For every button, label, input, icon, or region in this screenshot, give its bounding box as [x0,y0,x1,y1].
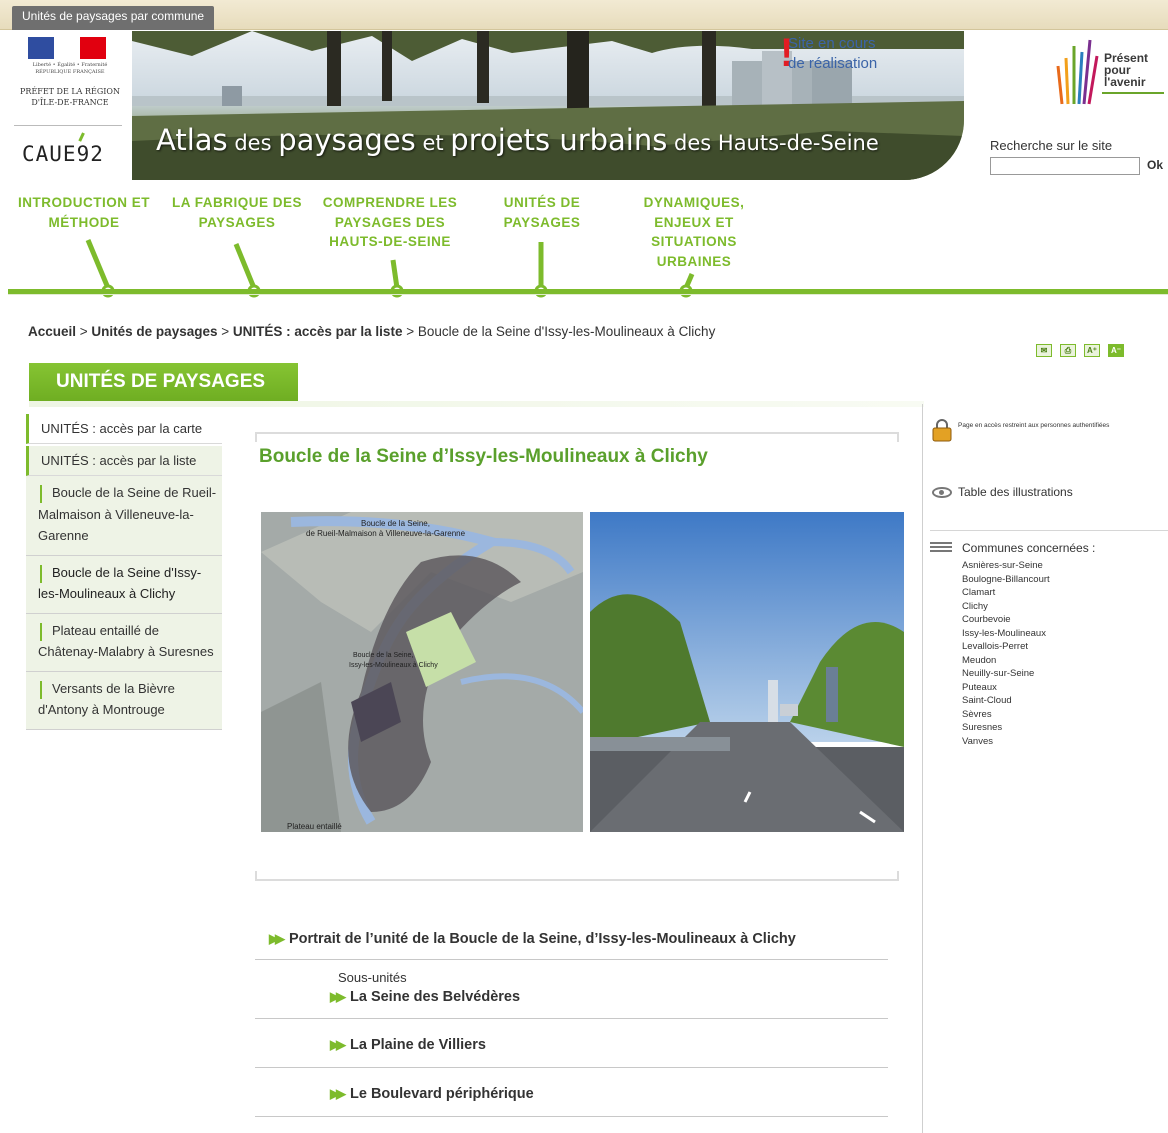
subunit-row-3: ▶▶ Le Boulevard périphérique [255,1068,888,1117]
subunit-link-boulevard-peripherique[interactable]: ▶▶ Le Boulevard périphérique [330,1086,888,1102]
content-frame-bottom [255,871,899,881]
right-separator [930,530,1168,531]
top-tab-unites-par-commune[interactable]: Unités de paysages par commune [12,6,215,30]
section-underline [29,401,924,407]
colored-bars-logo-icon [1056,39,1099,105]
lock-icon [932,419,952,442]
nav-introduction[interactable]: INTRODUCTION ET MÉTHODE [18,193,150,232]
nav-unites-paysages[interactable]: UNITÉS DE PAYSAGES [496,193,588,232]
double-arrow-icon: ▶▶ [330,1086,346,1101]
commune-item[interactable]: Issy-les-Moulineaux [962,627,1050,641]
sidebar-subitem-rueil[interactable]: Boucle de la Seine de Rueil-Malmaison à … [26,476,222,556]
commune-item[interactable]: Courbevoie [962,613,1050,627]
logo-divider [14,125,122,126]
breadcrumb-current: Boucle de la Seine d'Issy-les-Moulineaux… [417,324,716,339]
svg-text:de Rueil-Malmaison à Villeneuv: de Rueil-Malmaison à Villeneuve-la-Garen… [306,529,466,538]
sidebar-item-acces-carte[interactable]: UNITÉS : accès par la carte [26,414,222,444]
commune-item[interactable]: Neuilly-sur-Seine [962,667,1050,681]
search-label: Recherche sur le site [990,138,1113,153]
text-increase-icon[interactable]: A⁺ [1084,344,1100,357]
content-frame-top [255,432,899,442]
text-decrease-icon[interactable]: A⁻ [1108,344,1124,357]
double-arrow-icon: ▶▶ [330,1037,346,1052]
breadcrumb-unites-liste[interactable]: UNITÉS : accès par la liste [233,324,403,339]
commune-item[interactable]: Saint-Cloud [962,694,1050,708]
page-title: Boucle de la Seine d’Issy-les-Moulineaux… [259,446,708,467]
commune-item[interactable]: Boulogne-Billancourt [962,573,1050,587]
sidebar-subitem-bievre[interactable]: Versants de la Bièvre d'Antony à Montrou… [26,671,222,730]
section-title-tab: UNITÉS DE PAYSAGES [29,363,298,401]
svg-text:Issy-les-Moulineaux à Clichy: Issy-les-Moulineaux à Clichy [349,662,438,669]
restricted-access-note: Page en accès restreint aux personnes au… [958,422,1110,429]
breadcrumb-accueil[interactable]: Accueil [28,324,76,339]
caue92-logo[interactable]: CAUE92 [22,142,104,166]
sidebar-subitem-issy-active[interactable]: Boucle de la Seine d'Issy-les-Moulineaux… [26,555,222,614]
commune-item[interactable]: Asnières-sur-Seine [962,559,1050,573]
page: Unités de paysages par commune Liberté •… [0,0,1168,1133]
motto-text: Liberté • Égalité • Fraternité [32,62,108,68]
present-pour-avenir-logo[interactable]: Présent pour l'avenir [1052,36,1164,106]
commune-item[interactable]: Levallois-Perret [962,640,1050,654]
illustrations-link[interactable]: Table des illustrations [932,485,1073,499]
svg-text:Boucle de la Seine,: Boucle de la Seine, [353,652,413,659]
relief-map-image[interactable]: Boucle de la Seine, de Rueil-Malmaison à… [261,512,583,832]
site-in-progress-notice: Site en cours de réalisation [788,35,878,72]
subunit-row-2: ▶▶ La Plaine de Villiers [255,1019,888,1068]
svg-text:Boucle de la Seine,: Boucle de la Seine, [361,519,430,528]
breadcrumb-unites-paysages[interactable]: Unités de paysages [91,324,217,339]
portrait-row: ▶▶ Portrait de l’unité de la Boucle de la… [255,918,888,960]
list-icon [930,542,952,554]
search-input[interactable] [990,157,1140,175]
sous-unites-label: Sous-unités [338,970,407,985]
commune-item[interactable]: Clichy [962,600,1050,614]
subunit-row-1: Sous-unités ▶▶ La Seine des Belvédères [255,960,888,1019]
communes-list: Asnières-sur-Seine Boulogne-Billancourt … [962,559,1050,748]
eye-icon [932,486,952,498]
header-banner[interactable]: ! Site en cours de réalisation Atlas des… [132,31,964,180]
double-arrow-icon: ▶▶ [269,931,285,946]
breadcrumb: Accueil > Unités de paysages > UNITÉS : … [28,324,716,339]
commune-item[interactable]: Clamart [962,586,1050,600]
commune-item[interactable]: Sèvres [962,708,1050,722]
prefecture-logo[interactable]: Liberté • Égalité • Fraternité RÉPUBLIQU… [14,33,126,108]
print-icon[interactable]: ⎙ [1060,344,1076,357]
search-ok-button[interactable]: Ok [1147,158,1163,172]
commune-item[interactable]: Vanves [962,735,1050,749]
sidebar-subitem-chatenay[interactable]: Plateau entaillé de Châtenay-Malabry à S… [26,613,222,672]
email-icon[interactable]: ✉ [1036,344,1052,357]
communes-header: Communes concernées : [930,541,1095,555]
commune-item[interactable]: Puteaux [962,681,1050,695]
republique-text: RÉPUBLIQUE FRANÇAISE [35,69,105,75]
page-tools: ✉ ⎙ A⁺ A⁻ [1036,344,1124,357]
unit-links: ▶▶ Portrait de l’unité de la Boucle de la… [255,918,888,1117]
double-arrow-icon: ▶▶ [330,989,346,1004]
site-title: Atlas des paysages et projets urbains de… [156,123,879,157]
boulevard-photo-image[interactable] [590,512,904,832]
commune-item[interactable]: Suresnes [962,721,1050,735]
subunit-link-plaine-villiers[interactable]: ▶▶ La Plaine de Villiers [330,1037,888,1053]
portrait-link[interactable]: ▶▶ Portrait de l’unité de la Boucle de la… [269,931,888,947]
left-sidebar: UNITÉS : accès par la carte UNITÉS : acc… [26,414,222,730]
prefet-text: PRÉFET DE LA RÉGION D'ÎLE-DE-FRANCE [20,87,120,107]
marianne-flag-icon [28,37,106,59]
right-column-separator [922,404,923,1133]
commune-item[interactable]: Meudon [962,654,1050,668]
top-strip: Unités de paysages par commune [0,0,1168,30]
subunit-link-seine-belvederes[interactable]: ▶▶ La Seine des Belvédères [330,989,888,1005]
svg-text:Plateau entaillé: Plateau entaillé [287,822,342,831]
sidebar-item-acces-liste[interactable]: UNITÉS : accès par la liste [26,446,222,476]
nav-fabrique-paysages[interactable]: LA FABRIQUE DES PAYSAGES [170,193,304,232]
